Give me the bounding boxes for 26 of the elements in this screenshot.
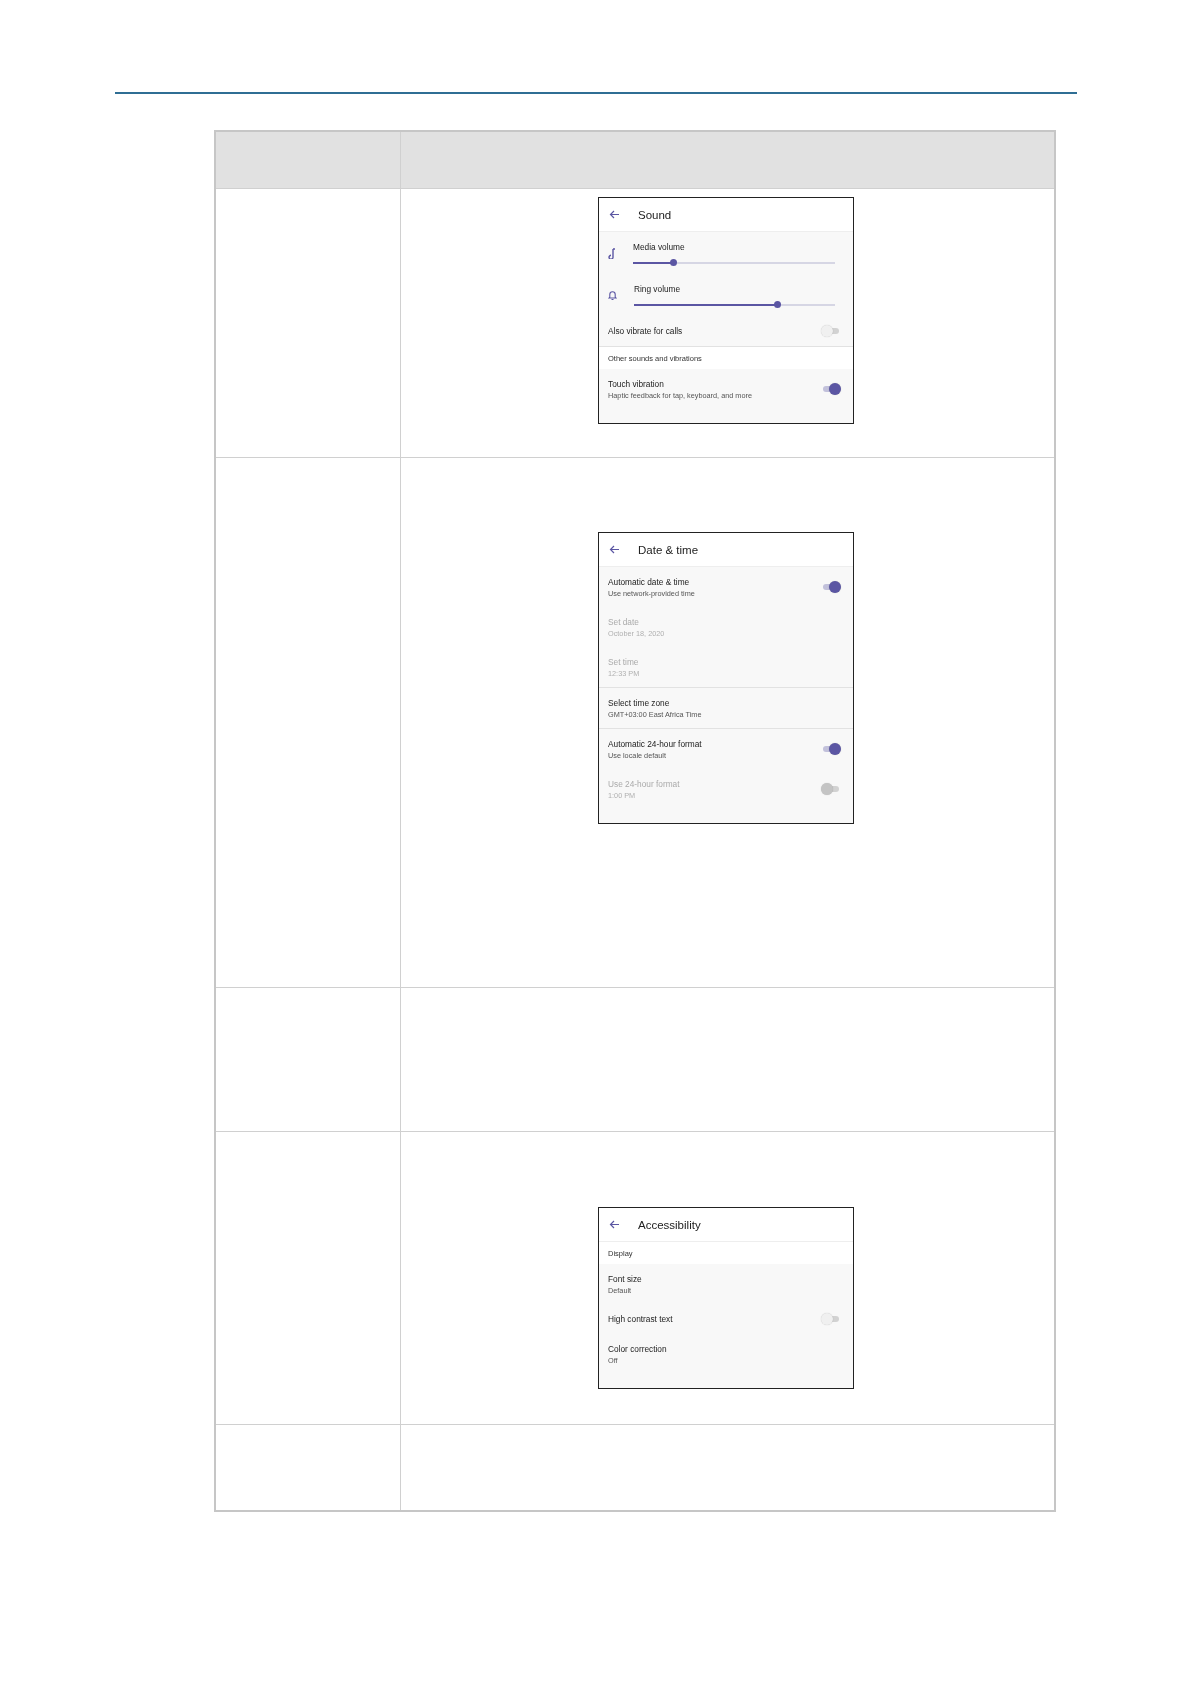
back-arrow-icon[interactable] (609, 210, 620, 219)
toggle-switch[interactable] (821, 1313, 841, 1325)
screen-title: Date & time (638, 543, 699, 556)
slider-label: Media volume (633, 242, 686, 252)
screen-title: Sound (638, 208, 672, 221)
setting-title: Touch vibration (608, 378, 665, 389)
setting-title[interactable]: Select time zone (608, 697, 841, 708)
back-arrow-icon[interactable] (609, 545, 620, 554)
screen-title: Accessibility (638, 1218, 701, 1231)
slider-label: Ring volume (634, 284, 682, 294)
toggle-switch[interactable] (821, 383, 841, 395)
setting-title[interactable]: Font size (608, 1273, 841, 1284)
setting-title[interactable]: Color correction (608, 1343, 841, 1354)
toggle-switch[interactable] (821, 743, 841, 755)
music-note-icon (608, 247, 616, 259)
toggle-switch[interactable] (821, 581, 841, 593)
setting-title: High contrast text (608, 1314, 674, 1324)
setting-title: Automatic date & time (608, 576, 691, 587)
setting-title: Automatic 24-hour format (608, 738, 703, 749)
setting-title: Also vibrate for calls (608, 326, 684, 336)
back-arrow-icon[interactable] (609, 1220, 620, 1229)
bell-icon (608, 289, 617, 301)
setting-title: Use 24-hour format (608, 778, 681, 789)
slider-thumb[interactable] (773, 301, 781, 308)
toggle-switch[interactable] (821, 325, 841, 337)
slider-thumb[interactable] (670, 259, 678, 266)
